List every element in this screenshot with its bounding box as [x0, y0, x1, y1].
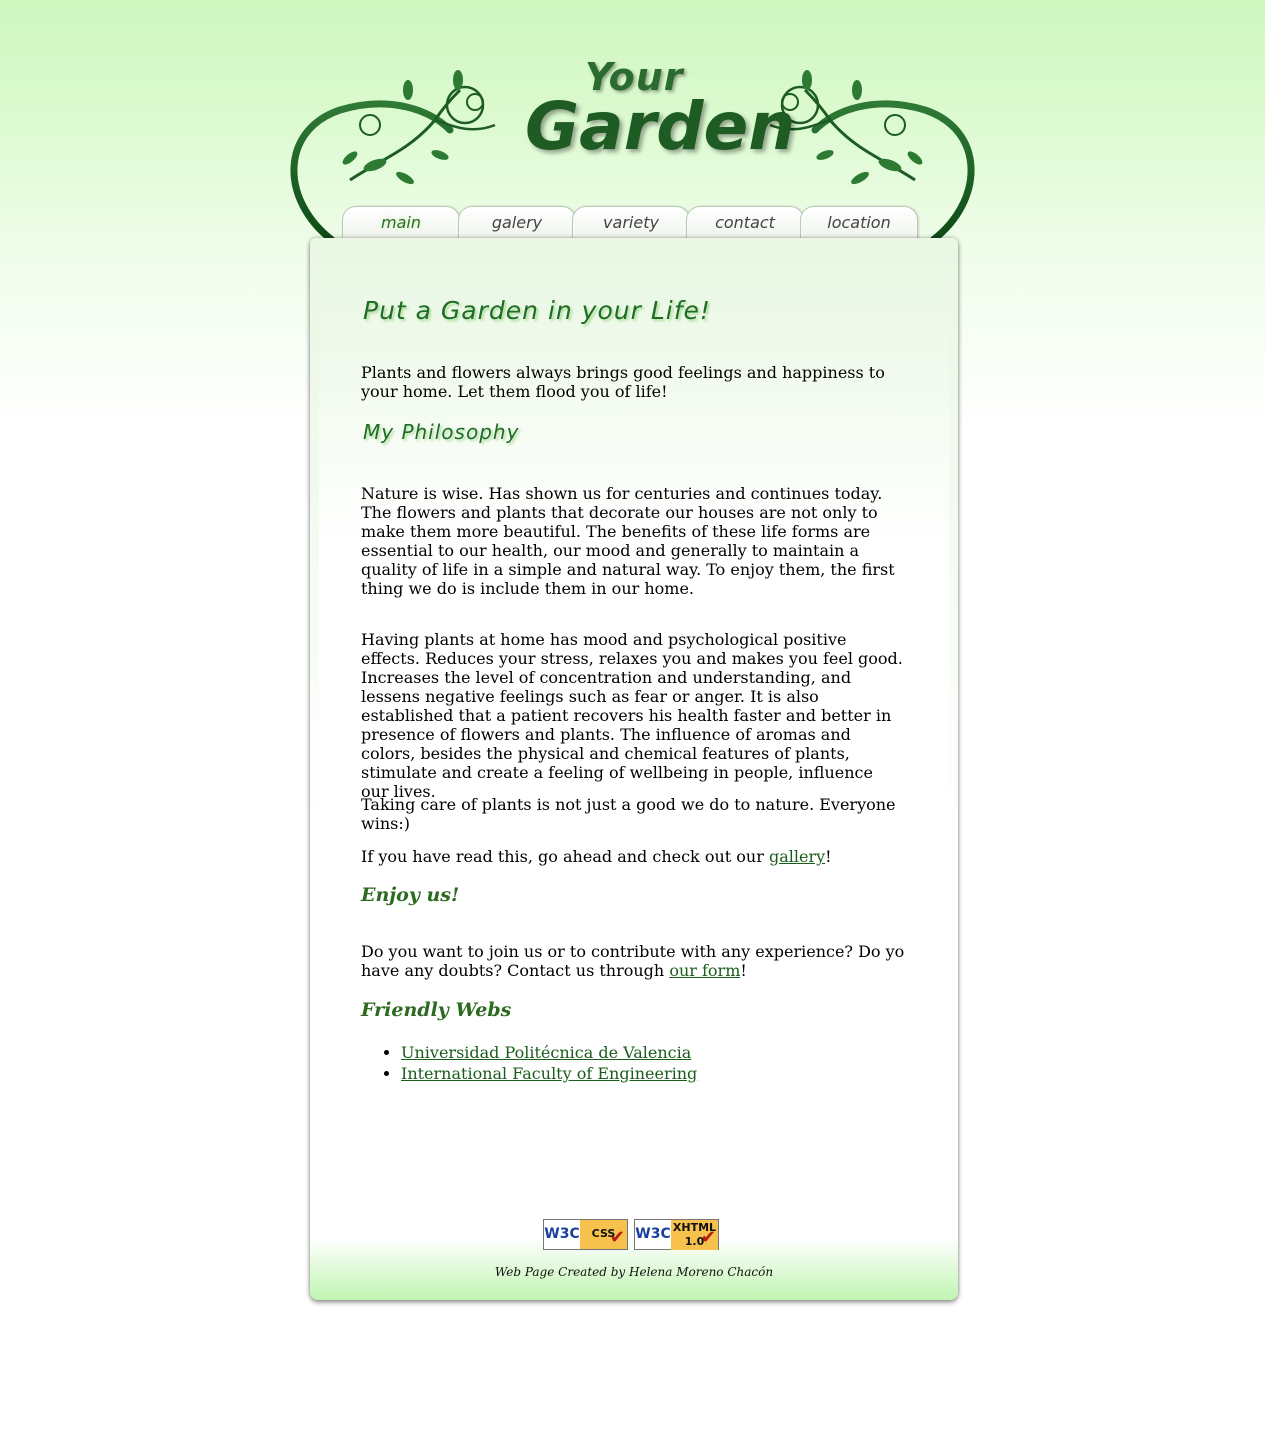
w3c-logo-icon: W3C — [544, 1220, 580, 1249]
paragraph-text: Having plants at home has mood and psych… — [361, 630, 903, 801]
gallery-cta-suffix: ! — [825, 847, 832, 866]
paragraph-text: Nature is wise. Has shown us for centuri… — [361, 484, 895, 598]
intro-paragraph: Plants and flowers always brings good fe… — [361, 347, 905, 417]
tab-location[interactable]: location — [800, 206, 918, 241]
friendly-webs-heading: Friendly Webs — [361, 999, 512, 1021]
w3c-logo-icon: W3C — [635, 1220, 671, 1249]
list-item: International Faculty of Engineering — [401, 1063, 945, 1084]
tab-variety[interactable]: variety — [572, 206, 690, 241]
philosophy-paragraph-1: Nature is wise. Has shown us for centuri… — [361, 468, 905, 614]
enjoy-heading: Enjoy us! — [361, 884, 460, 906]
main-nav: main galery variety contact location — [342, 206, 922, 241]
friendly-link-ife[interactable]: International Faculty of Engineering — [401, 1064, 697, 1083]
logo-text-garden: Garden — [525, 88, 796, 165]
footer-credit: Web Page Created by Helena Moreno Chacón — [494, 1265, 774, 1279]
check-icon: ✔ — [700, 1227, 716, 1248]
contact-text: Do you want to join us or to contribute … — [361, 942, 905, 980]
gallery-cta-prefix: If you have read this, go ahead and chec… — [361, 847, 769, 866]
contact-form-link[interactable]: our form — [669, 961, 740, 980]
intro-text: Plants and flowers always brings good fe… — [361, 363, 885, 401]
page-title: Put a Garden in your Life! — [363, 296, 711, 325]
w3c-css-badge[interactable]: W3C CSS ✔ — [543, 1219, 628, 1250]
gallery-cta: If you have read this, go ahead and chec… — [361, 831, 905, 882]
philosophy-heading: My Philosophy — [363, 420, 520, 444]
tab-galery[interactable]: galery — [458, 206, 576, 241]
w3c-xhtml-badge[interactable]: W3C XHTML 1.0 ✔ — [634, 1219, 719, 1250]
tab-contact[interactable]: contact — [686, 206, 804, 241]
contact-paragraph: Do you want to join us or to contribute … — [361, 926, 905, 996]
contact-suffix: ! — [740, 961, 747, 980]
friendly-link-upv[interactable]: Universidad Politécnica de Valencia — [401, 1043, 691, 1062]
contact-prefix: Do you want to join us or to contribute … — [361, 942, 905, 980]
check-icon: ✔ — [609, 1227, 625, 1248]
tab-main[interactable]: main — [342, 206, 460, 241]
gallery-link[interactable]: gallery — [769, 847, 825, 866]
friendly-webs-list: Universidad Politécnica de Valencia Inte… — [361, 1042, 945, 1084]
list-item: Universidad Politécnica de Valencia — [401, 1042, 945, 1063]
gallery-cta-text: If you have read this, go ahead and chec… — [361, 847, 905, 866]
paragraph-text: Taking care of plants is not just a good… — [361, 795, 896, 833]
